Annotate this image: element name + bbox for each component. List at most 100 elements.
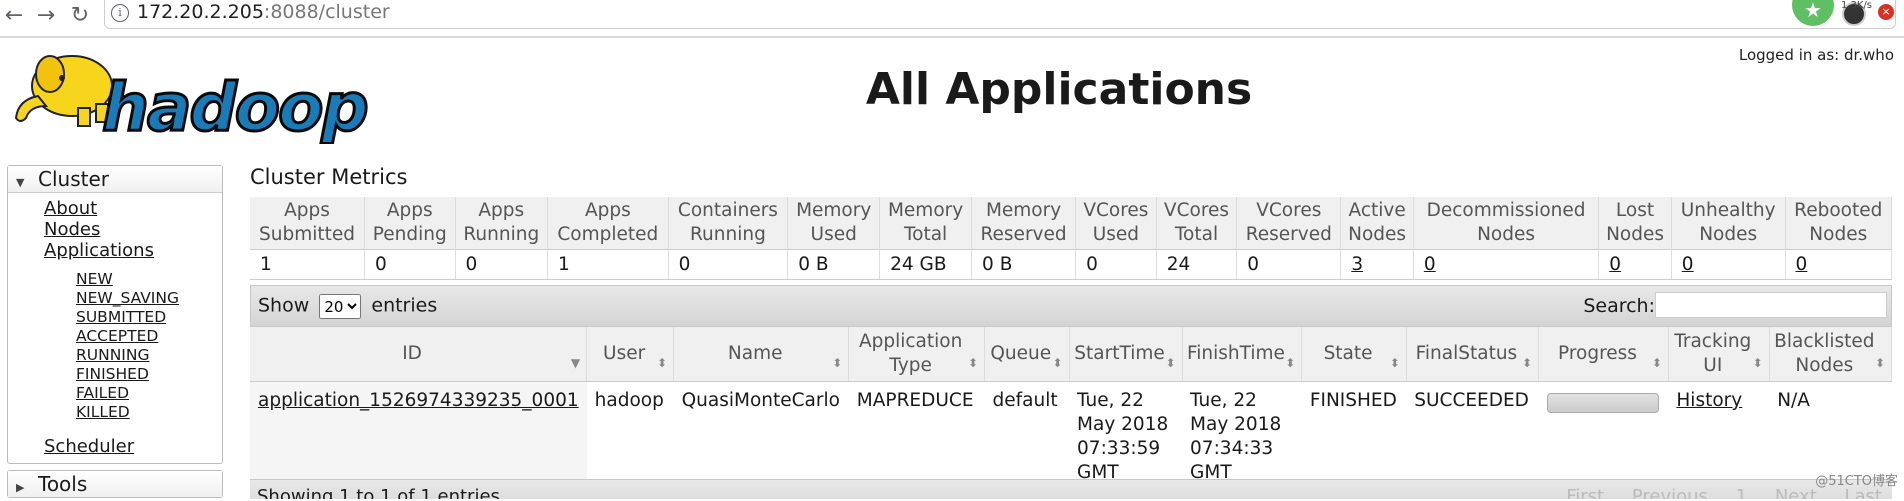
- logged-in-label: Logged in as: dr.who: [1738, 46, 1894, 64]
- sort-icon: ⬍: [1285, 356, 1296, 370]
- app-start-time: 07:33:59: [1077, 438, 1161, 459]
- sidebar-item-scheduler[interactable]: Scheduler: [8, 436, 222, 457]
- column-header[interactable]: FinishTime ⬍: [1182, 327, 1303, 382]
- search-label: Search:: [1583, 295, 1655, 317]
- sidebar-cluster-header[interactable]: ▼ Cluster: [8, 166, 222, 193]
- back-icon[interactable]: ←: [0, 2, 28, 30]
- metrics-value: 0: [455, 249, 549, 280]
- metrics-header: Containers Running: [668, 197, 789, 250]
- metrics-value-link[interactable]: 0: [1609, 254, 1621, 275]
- metrics-header: Apps Completed: [547, 197, 669, 250]
- sidebar-item-new-saving[interactable]: NEW_SAVING: [8, 289, 222, 308]
- metrics-value-link[interactable]: 3: [1351, 254, 1363, 275]
- app-finish-time: May 2018: [1190, 414, 1282, 435]
- reload-icon[interactable]: ↻: [66, 2, 94, 30]
- app-finish-time: Tue, 22: [1190, 390, 1257, 411]
- close-icon[interactable]: ×: [1878, 4, 1894, 20]
- sidebar-tools-label: Tools: [38, 472, 88, 496]
- column-header[interactable]: FinalStatus ⬍: [1406, 327, 1540, 382]
- metrics-header: Active Nodes: [1340, 197, 1414, 250]
- sort-icon: ⬍: [1752, 356, 1763, 370]
- metrics-value: 3: [1340, 249, 1414, 280]
- sidebar-item-killed[interactable]: KILLED: [8, 403, 222, 422]
- show-label: Show: [258, 294, 310, 317]
- app-type: MAPREDUCE: [856, 390, 974, 411]
- sort-icon: ⬍: [1651, 356, 1662, 370]
- column-header[interactable]: Name ⬍: [673, 327, 850, 382]
- metrics-value: 24: [1156, 249, 1238, 280]
- sort-icon: ⬍: [1052, 356, 1063, 370]
- sidebar-item-failed[interactable]: FAILED: [8, 384, 222, 403]
- sidebar-item-nodes[interactable]: Nodes: [8, 219, 222, 240]
- page-title: All Applications: [865, 64, 1253, 115]
- extension-speed: 1.3K/s: [1840, 0, 1872, 11]
- sidebar-item-about[interactable]: About: [8, 198, 222, 219]
- column-header[interactable]: Queue ⬍: [984, 327, 1070, 382]
- sort-icon: ⬍: [967, 356, 979, 370]
- tracking-history-link[interactable]: History: [1676, 390, 1742, 411]
- chevron-right-icon: ▶: [16, 481, 25, 494]
- metrics-header: Memory Used: [787, 197, 881, 250]
- metrics-header: Apps Submitted: [250, 197, 366, 250]
- table-row: application_1526974339235_0001 hadoop Quas…: [250, 381, 1892, 493]
- pager-next-button[interactable]: Next: [1775, 486, 1817, 499]
- browser-toolbar: ← → ↻ i 172.20.2.205:8088/cluster ★ 1.3K…: [0, 0, 1904, 38]
- sidebar-item-finished[interactable]: FINISHED: [8, 365, 222, 384]
- table-info: Showing 1 to 1 of 1 entries: [257, 486, 500, 499]
- forward-icon[interactable]: →: [32, 2, 60, 30]
- sidebar-item-applications[interactable]: Applications: [8, 240, 222, 261]
- metrics-header: Apps Running: [455, 197, 549, 250]
- column-header[interactable]: ID ▼: [250, 327, 588, 382]
- sidebar-item-running[interactable]: RUNNING: [8, 346, 222, 365]
- table-cell: History: [1668, 382, 1769, 493]
- sidebar-cluster-label: Cluster: [38, 167, 109, 191]
- address-url[interactable]: 172.20.2.205:8088/cluster: [137, 0, 390, 25]
- address-bar[interactable]: i 172.20.2.205:8088/cluster: [104, 0, 1896, 29]
- pager-page-1-button[interactable]: 1: [1736, 486, 1747, 499]
- metrics-header: Lost Nodes: [1598, 197, 1672, 250]
- watermark: @51CTO博客: [1815, 474, 1898, 489]
- column-header[interactable]: State ⬍: [1301, 327, 1407, 382]
- app-start-time: Tue, 22: [1077, 390, 1144, 411]
- column-header[interactable]: Blacklisted Nodes ⬍: [1769, 327, 1892, 382]
- search-input[interactable]: [1655, 292, 1887, 318]
- app-user: hadoop: [594, 390, 664, 411]
- application-id-link[interactable]: application_1526974339235_0001: [258, 390, 579, 411]
- metrics-value: 0: [668, 249, 789, 280]
- metrics-value: 0 B: [971, 249, 1077, 280]
- metrics-value: 0: [364, 249, 456, 280]
- sidebar-item-accepted[interactable]: ACCEPTED: [8, 327, 222, 346]
- column-header[interactable]: User ⬍: [586, 327, 675, 382]
- column-header[interactable]: Application Type ⬍: [848, 327, 986, 382]
- table-cell: application_1526974339235_0001: [250, 381, 587, 492]
- column-header[interactable]: Tracking UI ⬍: [1668, 327, 1770, 382]
- page-size-select[interactable]: 20: [319, 294, 362, 319]
- site-info-icon[interactable]: i: [111, 4, 129, 22]
- sidebar-tools: ▶ Tools: [7, 470, 223, 498]
- entries-label: entries: [371, 294, 438, 317]
- metrics-header: Memory Reserved: [971, 197, 1077, 250]
- sort-icon: ⬍: [832, 356, 843, 370]
- metrics-value-link[interactable]: 0: [1796, 254, 1808, 275]
- metrics-value-link[interactable]: 0: [1682, 254, 1694, 275]
- table-cell: [1539, 382, 1669, 493]
- sort-icon: ⬍: [1389, 356, 1400, 370]
- sort-icon: ⬍: [1165, 356, 1176, 370]
- sidebar-item-submitted[interactable]: SUBMITTED: [8, 308, 222, 327]
- table-footer: Showing 1 to 1 of 1 entries First Previo…: [250, 479, 1892, 499]
- column-header[interactable]: StartTime ⬍: [1069, 327, 1183, 382]
- sidebar-item-new[interactable]: NEW: [8, 270, 222, 289]
- metrics-header: Unhealthy Nodes: [1671, 197, 1786, 250]
- pager-previous-button[interactable]: Previous: [1632, 486, 1708, 499]
- sidebar-cluster: ▼ Cluster About Nodes Applications NEW NE…: [7, 165, 223, 464]
- column-header[interactable]: Progress ⬍: [1538, 327, 1669, 382]
- metrics-header: Memory Total: [879, 197, 973, 250]
- progress-bar: [1546, 393, 1659, 413]
- pager-first-button[interactable]: First: [1566, 486, 1604, 499]
- metrics-value-link[interactable]: 0: [1424, 254, 1436, 275]
- sidebar-tools-header[interactable]: ▶ Tools: [8, 471, 222, 497]
- metrics-value: 1: [250, 249, 366, 280]
- sort-icon: ⬍: [1521, 356, 1533, 370]
- applications-panel: Show 20 entries Search: ID ▼ User ⬍ Name ⬍ App…: [250, 285, 1892, 499]
- metrics-value: 0: [1075, 249, 1157, 280]
